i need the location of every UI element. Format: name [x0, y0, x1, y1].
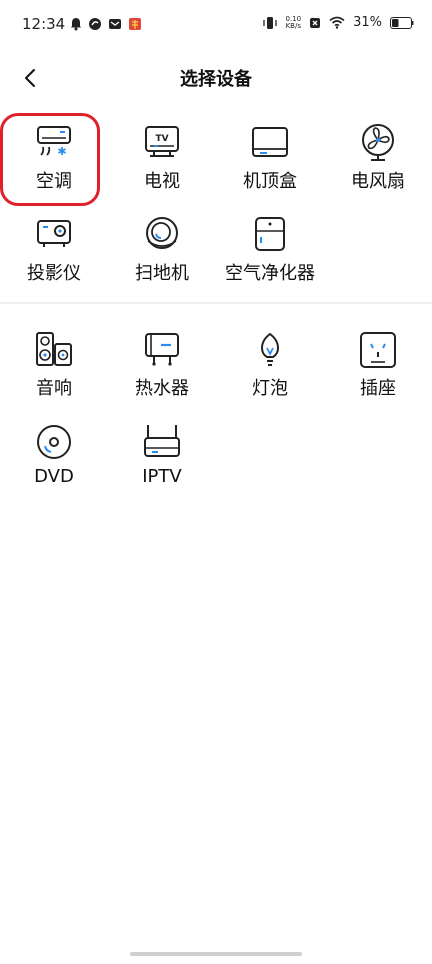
- device-dvd[interactable]: DVD: [0, 412, 108, 504]
- sim-disabled-icon: [310, 17, 321, 28]
- home-indicator[interactable]: [130, 952, 302, 956]
- air-purifier-icon: [255, 217, 285, 251]
- device-section-secondary: 音响 热水器 灯泡 插座 DVD IPTV: [0, 320, 432, 504]
- iptv-icon: [144, 425, 180, 457]
- device-set-top-box[interactable]: 机顶盒: [216, 113, 324, 205]
- device-projector[interactable]: 投影仪: [0, 205, 108, 297]
- section-divider: [0, 302, 432, 304]
- battery-percent: 31%: [353, 15, 382, 30]
- device-robot-vacuum[interactable]: 扫地机: [108, 205, 216, 297]
- bell-icon: [71, 18, 81, 31]
- device-fan[interactable]: 电风扇: [324, 113, 432, 205]
- dvd-icon: [37, 425, 71, 459]
- status-bar: 12:34 0.10 KB/s 31%: [0, 0, 432, 50]
- net-speed: 0.10 KB/s: [285, 14, 302, 30]
- speaker-icon: [36, 332, 72, 366]
- tv-icon: TV: [145, 126, 179, 157]
- red-app-icon: [129, 18, 141, 30]
- device-speaker[interactable]: 音响: [0, 320, 108, 412]
- vibrate-icon: [262, 16, 277, 29]
- device-tv[interactable]: TV 电视: [108, 113, 216, 205]
- device-iptv[interactable]: IPTV: [108, 412, 216, 504]
- page-title: 选择设备: [180, 69, 252, 90]
- device-label: 音响: [36, 378, 72, 399]
- status-time: 12:34: [22, 15, 66, 33]
- device-label: IPTV: [142, 466, 182, 487]
- mail-icon: [109, 19, 121, 29]
- wifi-icon: [329, 16, 345, 29]
- device-label: DVD: [34, 466, 74, 487]
- device-air-purifier[interactable]: 空气净化器: [216, 205, 324, 297]
- device-label: 热水器: [135, 378, 189, 399]
- light-bulb-icon: [260, 332, 280, 366]
- battery-icon: [390, 16, 414, 29]
- device-label: 灯泡: [252, 378, 288, 399]
- app-notification-icon: [89, 18, 101, 30]
- device-label: 投影仪: [27, 263, 81, 284]
- svg-text:TV: TV: [155, 134, 168, 144]
- water-heater-icon: [145, 333, 179, 366]
- header: 选择设备: [0, 56, 432, 100]
- robot-vacuum-icon: [146, 217, 178, 249]
- fan-icon: [362, 124, 394, 161]
- device-label: 机顶盒: [243, 171, 297, 192]
- device-label: 电视: [144, 171, 180, 192]
- device-light-bulb[interactable]: 灯泡: [216, 320, 324, 412]
- device-label: 插座: [360, 378, 396, 399]
- selection-highlight: [0, 113, 100, 206]
- projector-icon: [37, 220, 71, 247]
- device-label: 扫地机: [135, 263, 189, 284]
- device-water-heater[interactable]: 热水器: [108, 320, 216, 412]
- device-label: 电风扇: [351, 171, 405, 192]
- set-top-box-icon: [252, 127, 288, 157]
- device-label: 空气净化器: [225, 263, 315, 284]
- socket-icon: [360, 332, 396, 368]
- device-socket[interactable]: 插座: [324, 320, 432, 412]
